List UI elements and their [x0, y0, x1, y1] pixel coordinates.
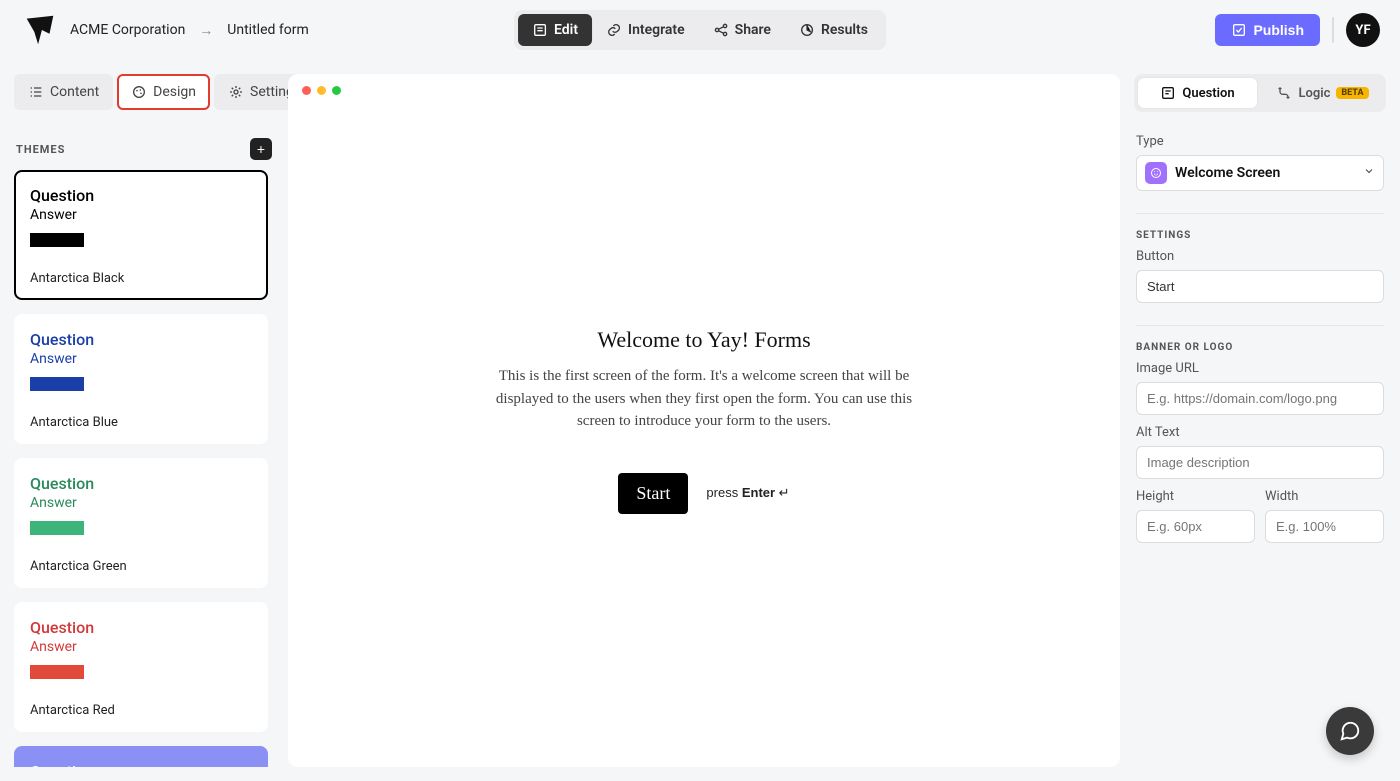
results-icon — [799, 22, 815, 38]
preview-body: Welcome to Yay! Forms This is the first … — [288, 74, 1120, 767]
type-value: Welcome Screen — [1175, 165, 1280, 181]
type-label: Type — [1136, 134, 1384, 149]
settings-section-label: SETTINGS — [1136, 213, 1384, 241]
theme-name: Antarctica Green — [30, 559, 252, 574]
window-minimize-icon — [317, 86, 326, 95]
theme-answer: Answer — [30, 639, 252, 655]
logo[interactable] — [20, 10, 60, 50]
publish-icon — [1231, 22, 1247, 38]
tab-edit[interactable]: Edit — [518, 14, 592, 46]
logic-icon — [1276, 85, 1292, 101]
alt-text-input[interactable] — [1136, 446, 1384, 479]
button-label: Button — [1136, 249, 1384, 264]
theme-card[interactable]: QuestionAnswer — [14, 746, 268, 767]
theme-name: Antarctica Blue — [30, 415, 252, 430]
window-close-icon — [302, 86, 311, 95]
image-url-input[interactable] — [1136, 382, 1384, 415]
preview-canvas: Welcome to Yay! Forms This is the first … — [288, 74, 1120, 767]
chat-button[interactable] — [1326, 707, 1374, 755]
theme-card[interactable]: Question Answer Antarctica Black — [14, 170, 268, 300]
topbar: ACME Corporation → Untitled form Edit In… — [0, 0, 1400, 60]
alt-text-label: Alt Text — [1136, 425, 1384, 440]
banner-section-label: BANNER OR LOGO — [1136, 325, 1384, 353]
left-tabs: Content Design Settings — [14, 74, 274, 110]
list-icon — [28, 84, 44, 100]
publish-button[interactable]: Publish — [1215, 14, 1320, 46]
window-controls — [302, 86, 341, 95]
welcome-screen-icon — [1145, 162, 1167, 184]
width-input[interactable] — [1265, 510, 1384, 543]
edit-icon — [532, 22, 548, 38]
right-tab-logic[interactable]: Logic BETA — [1263, 78, 1382, 108]
theme-question: Question — [30, 618, 252, 637]
tab-results[interactable]: Results — [785, 14, 882, 46]
link-icon — [606, 22, 622, 38]
press-enter-hint: press Enter ↵ — [706, 485, 789, 501]
left-tab-design[interactable]: Design — [117, 74, 210, 110]
image-url-label: Image URL — [1136, 361, 1384, 376]
theme-answer: Answer — [30, 495, 252, 511]
theme-question: Question — [30, 330, 252, 349]
workspace-name[interactable]: ACME Corporation — [70, 22, 185, 38]
type-select[interactable]: Welcome Screen — [1136, 155, 1384, 191]
theme-card[interactable]: Question Answer Antarctica Red — [14, 602, 268, 732]
theme-swatch — [30, 665, 84, 679]
right-panel-body: Type Welcome Screen SETTINGS Button BANN… — [1134, 134, 1386, 543]
divider — [1332, 17, 1334, 43]
plus-icon: + — [257, 141, 265, 157]
theme-swatch — [30, 377, 84, 391]
themes-list: QuestionAnswerAntarctica BlackQuestionAn… — [14, 170, 274, 767]
window-zoom-icon — [332, 86, 341, 95]
add-theme-button[interactable]: + — [250, 138, 272, 160]
topbar-right: Publish YF — [1215, 13, 1380, 47]
start-button[interactable]: Start — [618, 473, 688, 514]
theme-swatch — [30, 233, 84, 247]
tab-share[interactable]: Share — [699, 14, 785, 46]
theme-swatch — [30, 521, 84, 535]
theme-name: Antarctica Red — [30, 703, 252, 718]
theme-question: Question — [30, 186, 252, 205]
theme-answer: Answer — [30, 351, 252, 367]
right-panel: Question Logic BETA Type Welcome Screen … — [1134, 74, 1386, 767]
themes-label: THEMES — [16, 143, 65, 156]
theme-question: Question — [30, 762, 252, 767]
height-label: Height — [1136, 489, 1255, 504]
theme-answer: Answer — [30, 207, 252, 223]
right-tabs: Question Logic BETA — [1134, 74, 1386, 112]
theme-card[interactable]: Question Answer Antarctica Blue — [14, 314, 268, 444]
breadcrumb: ACME Corporation → Untitled form — [70, 22, 309, 39]
form-title[interactable]: Untitled form — [227, 22, 308, 38]
center-tabs: Edit Integrate Share Results — [514, 10, 886, 50]
palette-icon — [131, 84, 147, 100]
preview-title[interactable]: Welcome to Yay! Forms — [597, 327, 810, 353]
theme-question: Question — [30, 474, 252, 493]
main: Content Design Settings THEMES + Questio… — [0, 60, 1400, 781]
theme-name: Antarctica Black — [30, 271, 252, 286]
themes-header: THEMES + — [14, 138, 274, 160]
chevron-down-icon — [1363, 165, 1375, 181]
breadcrumb-arrow-icon: → — [199, 22, 213, 39]
avatar[interactable]: YF — [1346, 13, 1380, 47]
theme-card[interactable]: Question Answer Antarctica Green — [14, 458, 268, 588]
share-icon — [713, 22, 729, 38]
left-panel: Content Design Settings THEMES + Questio… — [14, 74, 274, 767]
right-tab-question[interactable]: Question — [1138, 78, 1257, 108]
button-text-input[interactable] — [1136, 270, 1384, 303]
question-block-icon — [1160, 85, 1176, 101]
gear-icon — [228, 84, 244, 100]
preview-actions: Start press Enter ↵ — [618, 473, 789, 514]
height-input[interactable] — [1136, 510, 1255, 543]
preview-description[interactable]: This is the first screen of the form. It… — [484, 365, 924, 433]
width-label: Width — [1265, 489, 1384, 504]
chat-icon — [1339, 720, 1361, 742]
left-tab-content[interactable]: Content — [14, 74, 113, 110]
beta-badge: BETA — [1336, 87, 1368, 99]
tab-integrate[interactable]: Integrate — [592, 14, 699, 46]
